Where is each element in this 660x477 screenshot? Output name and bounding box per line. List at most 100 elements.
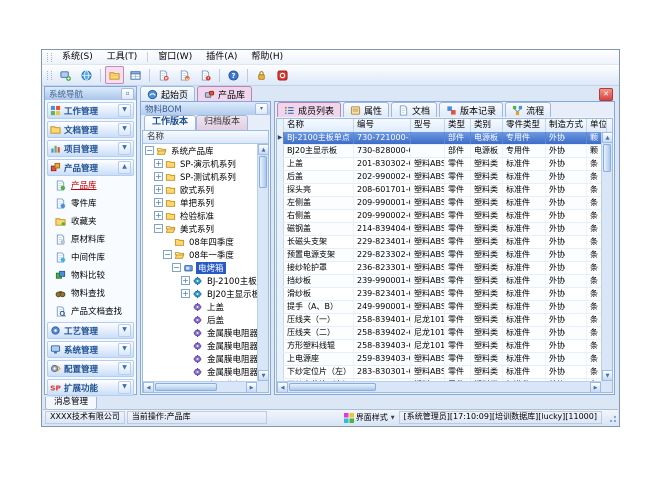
column-header-5[interactable]: 类别 [471,119,503,132]
table-row[interactable]: 提手（A、B）249-990001-01X塑料ABS零件塑料类标准件外协条 [277,301,601,314]
tree-expander[interactable]: − [163,250,172,259]
table-row[interactable]: 上电源座259-839403-00X塑料ABS零件塑料类标准件外协条 [277,353,601,366]
table-row[interactable]: 探头亮208-601701-01X塑料ABS零件塑料类标准件外协条 [277,184,601,197]
tree-expander[interactable]: + [154,172,163,181]
tree-node[interactable]: +BJ20主显示板 [143,287,257,300]
tree-node[interactable]: −电烤箱 [143,261,257,274]
table-row[interactable]: 方形塑料线辊258-839403-00X尼龙1010零件塑料类标准件外协条 [277,340,601,353]
nav-group-project[interactable]: 项目管理▼ [47,140,134,157]
menubar-grip[interactable] [47,53,52,62]
chevron-up-icon[interactable]: ▲ [118,161,131,174]
chevron-down-icon[interactable]: ▼ [118,104,131,117]
menu-item-system[interactable]: 系统(S) [55,51,100,64]
tree-node[interactable]: 上盖 [143,300,257,313]
grid-view-button[interactable] [126,66,145,84]
tree-h-thumb[interactable] [155,383,217,391]
chevron-down-icon[interactable]: ▼ [118,381,131,394]
doc-refresh-button[interactable] [175,66,194,84]
nav-item-intermediate-library[interactable]: 中间件库 [45,248,136,266]
chevron-down-icon[interactable]: ▼ [118,362,131,375]
chevron-down-icon[interactable]: ▼ [118,142,131,155]
tree-node[interactable]: +单把系列 [143,196,257,209]
column-header-3[interactable]: 型号 [411,119,445,132]
tree-expander[interactable]: + [181,276,190,285]
scroll-down-icon[interactable]: ▼ [258,370,269,381]
doc-error-button[interactable] [196,66,215,84]
tree-expander[interactable]: + [154,159,163,168]
table-row[interactable]: 长磁头支架229-823401-00X塑料ABS零件塑料类标准件外协条 [277,236,601,249]
scroll-up-icon[interactable]: ▲ [258,144,269,155]
tree-node[interactable]: 金属膜电阻器 [143,365,257,378]
tree-node[interactable]: 后盖 [143,313,257,326]
menu-item-window[interactable]: 窗口(W) [151,51,199,64]
tree-v-thumb[interactable] [259,156,267,188]
nav-group-product[interactable]: 产品管理▲ [47,159,134,176]
column-header-6[interactable]: 零件类型 [503,119,546,132]
tree-node[interactable]: −美式系列 [143,222,257,235]
nav-item-product-doc-search[interactable]: 产品文档查找 [45,302,136,320]
table-row[interactable]: 上盖201-830302-00X塑料ABS零件塑料类标准件外协条 [277,158,601,171]
resize-grip[interactable] [607,413,616,422]
tree-node[interactable]: +SP-演示机系列 [143,157,257,170]
tree-expander[interactable]: − [145,146,154,155]
nav-group-config[interactable]: 配置管理▼ [47,360,134,377]
table-row[interactable]: BJ20主显示板730-828000-04X部件电源板专用件外协颗 [277,145,601,158]
menu-item-help[interactable]: 帮助(H) [244,51,290,64]
tree-h-scrollbar[interactable]: ◀ ▶ [143,381,257,392]
scroll-left-icon[interactable]: ◀ [143,382,154,393]
nav-group-system-mgmt[interactable]: 系统管理▼ [47,341,134,358]
table-row[interactable]: 右侧盖209-990002-01X塑料ABS零件塑料类标准件外协条 [277,210,601,223]
toolbar-grip[interactable] [47,71,52,80]
scroll-right-icon[interactable]: ▶ [590,382,601,393]
tree-expander[interactable]: + [154,198,163,207]
tree-node[interactable]: +SP-测试机系列 [143,170,257,183]
pin-button[interactable]: ▾ [255,103,268,115]
nav-item-part-library[interactable]: 零件库 [45,194,136,212]
tab-archive-version[interactable]: 归档版本 [196,115,248,130]
tab-members[interactable]: 成员列表 [277,102,341,117]
tab-product-library[interactable]: 产品库 [197,86,252,101]
tab-documents[interactable]: 文档 [391,102,437,117]
new-view-button[interactable] [56,66,75,84]
chevron-down-icon[interactable]: ▼ [118,343,131,356]
nav-group-extension[interactable]: SP扩展功能▼ [47,379,134,396]
scroll-up-icon[interactable]: ▲ [602,132,613,143]
ui-style-dropdown[interactable]: 界面样式 ▼ [340,411,399,424]
chevron-down-icon[interactable]: ▼ [118,123,131,136]
table-row[interactable]: 接纱轮护罩236-823301-00X塑料ABS零件塑料类标准件外协条 [277,262,601,275]
table-row[interactable]: 预置电源支架229-823302-00X塑料ABS零件塑料类标准件外协条 [277,249,601,262]
tree-node[interactable]: 金属膜电阻器 [143,352,257,365]
tree-column-header[interactable]: 名称 [143,131,268,144]
nav-item-material-search[interactable]: 物料查找 [45,284,136,302]
menu-item-tools[interactable]: 工具(T) [100,51,145,64]
table-row[interactable]: 下纱定位片（左）283-830301-00X塑料ABS零件塑料类标准件外协条 [277,366,601,379]
table-row[interactable]: 压线夹（二）258-839402-00X尼龙1010零件塑料类标准件外协条 [277,327,601,340]
tree-node[interactable]: 金属膜电阻器 [143,326,257,339]
doc-delete-button[interactable] [154,66,173,84]
tab-work-version[interactable]: 工作版本 [144,115,196,130]
tree-expander[interactable]: + [181,289,190,298]
column-header-1[interactable]: 名称 [284,119,354,132]
grid-h-scrollbar[interactable]: ◀ ▶ [277,381,601,392]
nav-item-product-library[interactable]: 产品库 [45,176,136,194]
column-header-4[interactable]: 类型 [445,119,471,132]
column-header-8[interactable]: 单位 [587,119,607,132]
folder-open-button[interactable] [105,66,124,84]
globe-button[interactable] [77,66,96,84]
tree-expander[interactable]: − [172,263,181,272]
close-tab-button[interactable]: ✕ [599,88,613,101]
tree-node[interactable]: −08年一季度 [143,248,257,261]
grid-h-thumb[interactable] [289,383,376,391]
tree-node[interactable]: +欧式系列 [143,183,257,196]
sidebar-menu-button[interactable]: ▫ [121,88,134,100]
exit-button[interactable] [273,66,292,84]
table-row[interactable]: 压线夹（一）258-839401-00X尼龙1010零件塑料类标准件外协条 [277,314,601,327]
nav-item-raw-material-library[interactable]: 原材料库 [45,230,136,248]
help-button[interactable]: ? [224,66,243,84]
tree-v-scrollbar[interactable]: ▲ ▼ [257,144,268,381]
tab-start-page[interactable]: 起始页 [140,86,195,101]
table-row[interactable]: 左侧盖209-990001-01X塑料ABS零件塑料类标准件外协条 [277,197,601,210]
table-row[interactable]: ▶BJ-2100主板单点730-721000-12X部件电源板专用件外协颗 [277,132,601,145]
column-header-7[interactable]: 制造方式 [546,119,587,132]
tree-node[interactable]: +BJ-2100主板单点 [143,274,257,287]
